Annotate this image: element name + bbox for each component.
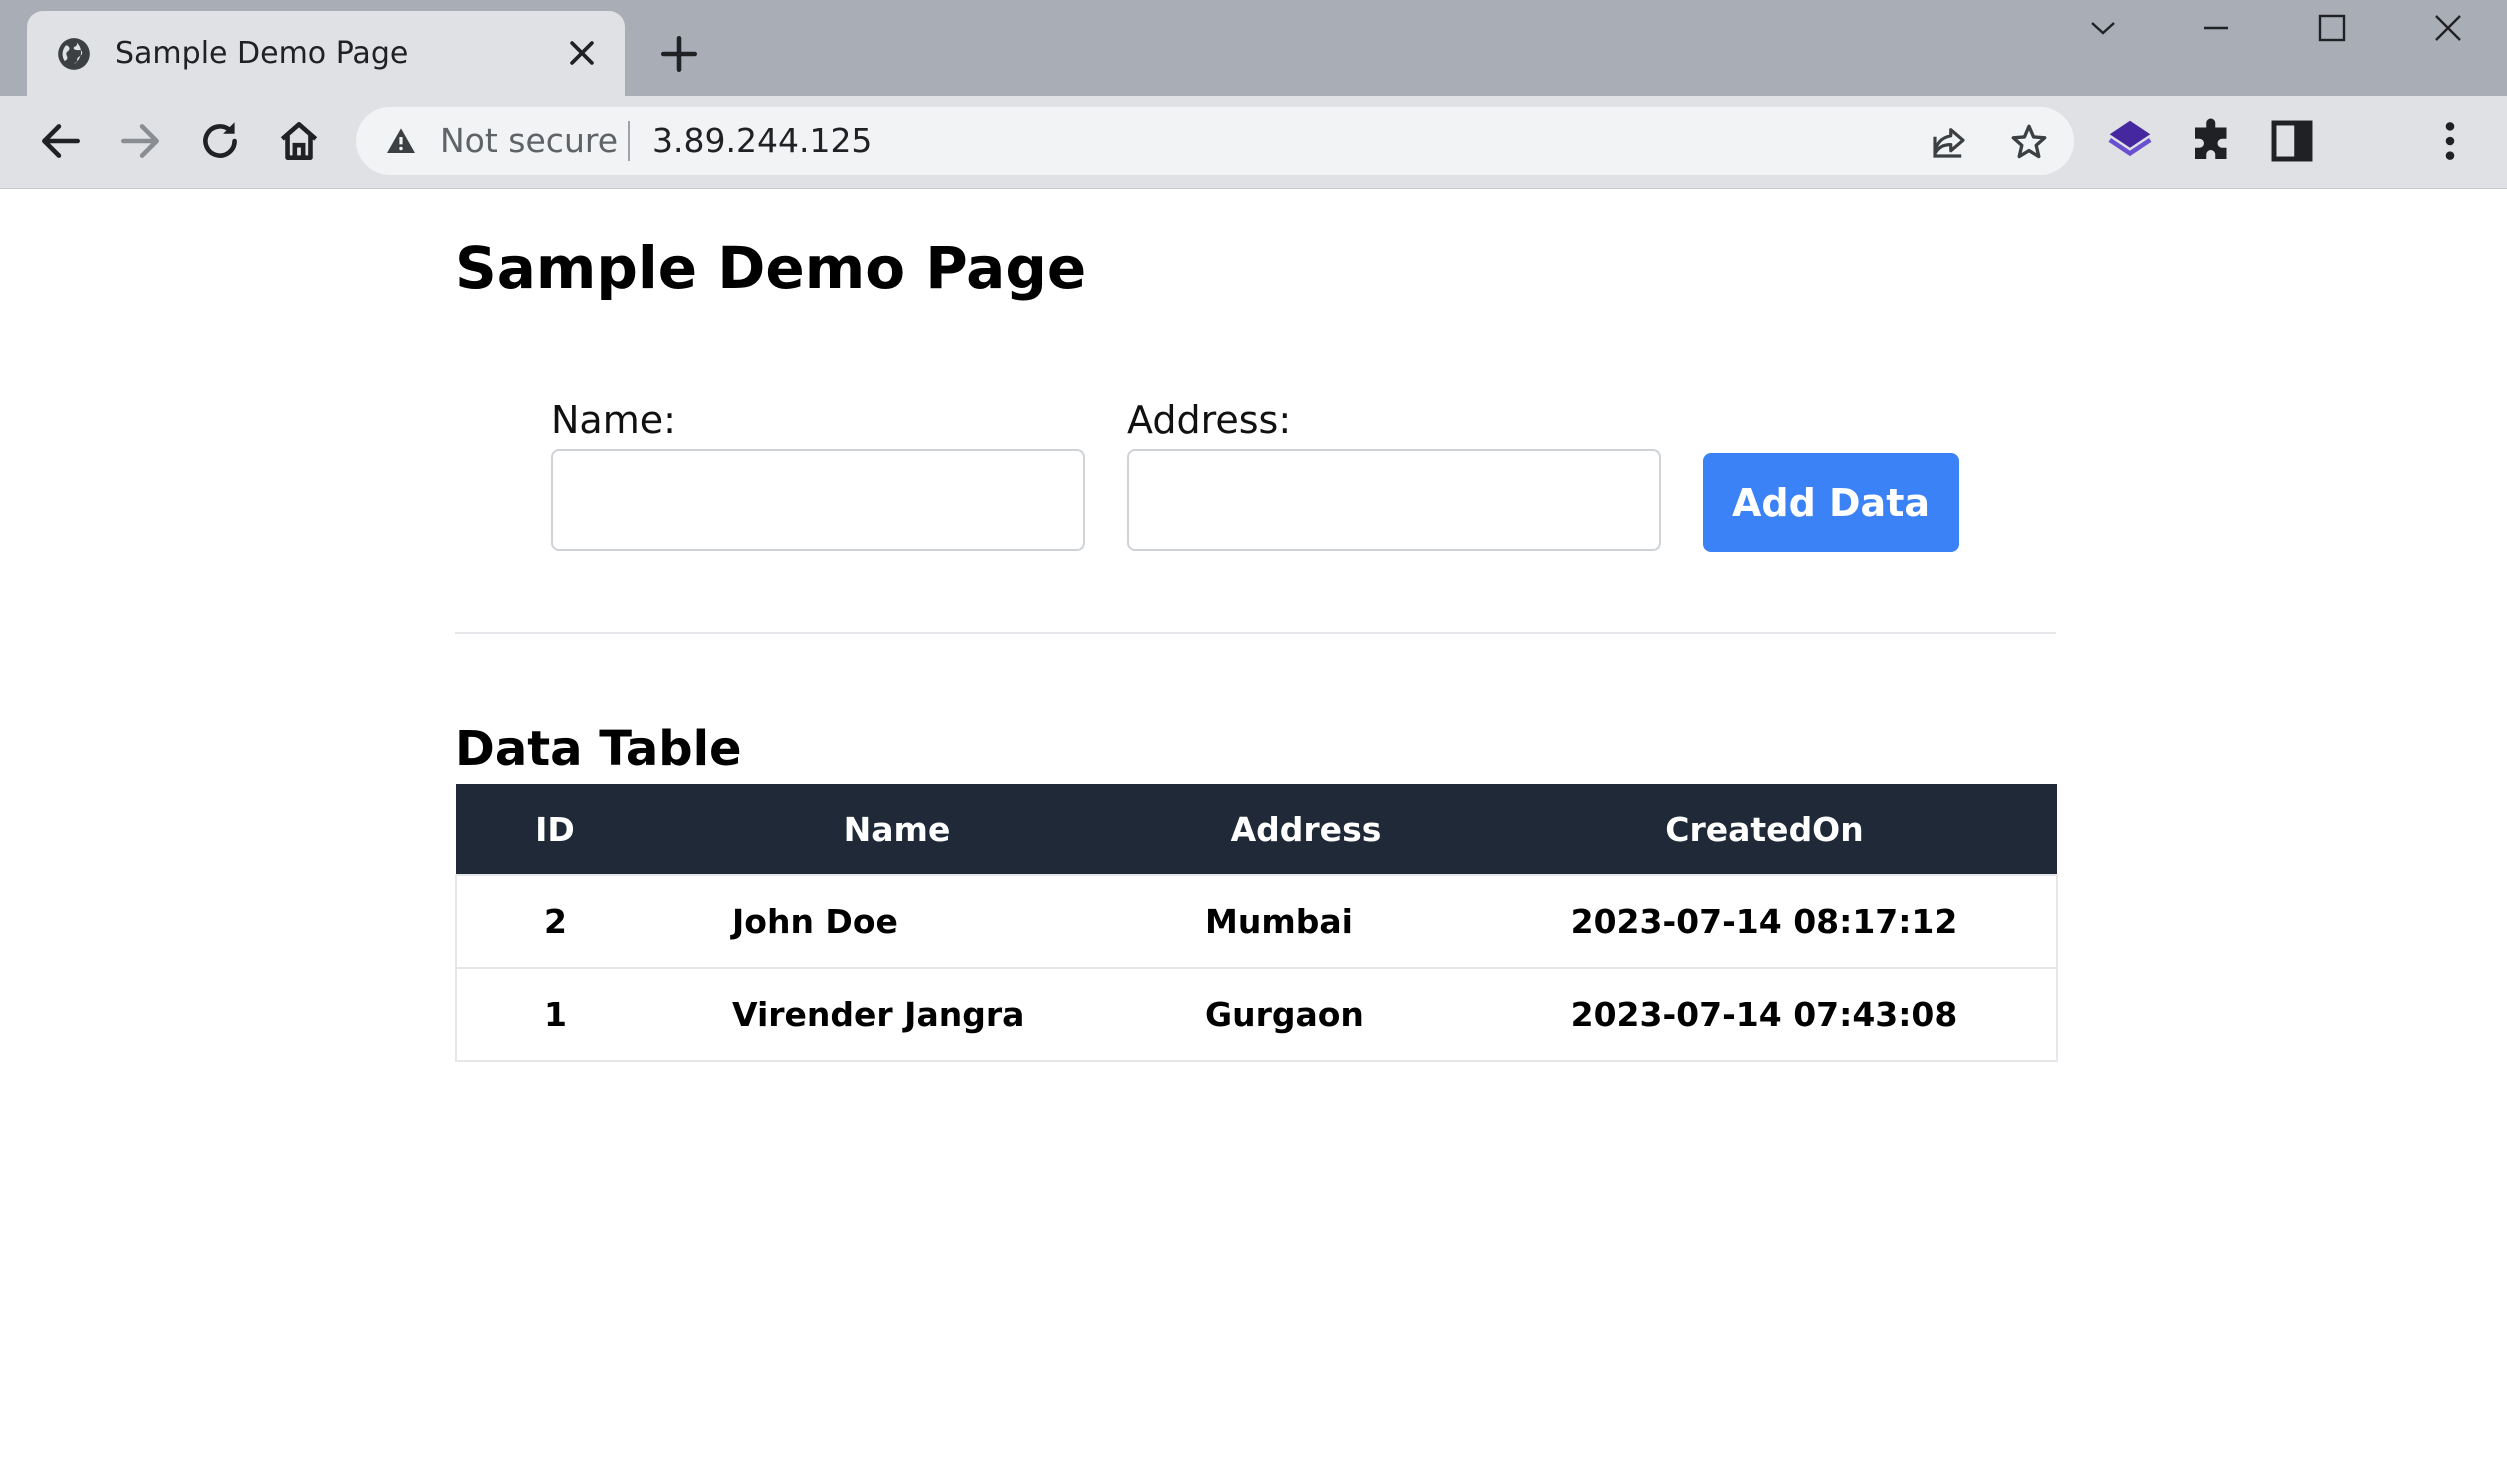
security-status[interactable]: Not secure xyxy=(440,119,618,163)
extension-icon[interactable] xyxy=(2103,114,2157,168)
browser-tab[interactable]: Sample Demo Page xyxy=(27,11,625,96)
address-input[interactable] xyxy=(1127,449,1661,551)
cell-id: 1 xyxy=(455,967,654,1062)
table-header-row: ID Name Address CreatedOn xyxy=(456,784,2057,875)
page-title: Sample Demo Page xyxy=(455,234,1087,302)
plus-icon[interactable] xyxy=(658,33,700,75)
page-content: Sample Demo Page Name: Address: Add Data… xyxy=(0,189,2507,1483)
section-divider xyxy=(455,632,2056,634)
address-label: Address: xyxy=(1127,398,1292,442)
maximize-icon[interactable] xyxy=(2302,6,2362,50)
data-table: ID Name Address CreatedOn 2 John Doe Mum… xyxy=(455,784,2058,1062)
cell-name: Virender Jangra xyxy=(654,967,1140,1062)
more-menu-icon[interactable] xyxy=(2423,114,2477,168)
cell-name: John Doe xyxy=(654,874,1140,968)
column-header-name: Name xyxy=(654,784,1140,875)
address-bar[interactable]: Not secure 3.89.244.125 xyxy=(356,107,2074,175)
cell-address: Mumbai xyxy=(1140,874,1472,968)
forward-arrow-icon[interactable] xyxy=(115,116,165,166)
table-row: 2 John Doe Mumbai 2023-07-14 08:17:12 xyxy=(455,874,2058,968)
column-header-address: Address xyxy=(1140,784,1472,875)
add-data-button[interactable]: Add Data xyxy=(1703,453,1959,552)
name-label: Name: xyxy=(551,398,676,442)
cell-address: Gurgaon xyxy=(1140,967,1472,1062)
globe-icon xyxy=(58,38,90,70)
tab-title: Sample Demo Page xyxy=(115,36,409,71)
tab-strip: Sample Demo Page xyxy=(0,0,2507,96)
share-icon[interactable] xyxy=(1928,121,1970,163)
table-row: 1 Virender Jangra Gurgaon 2023-07-14 07:… xyxy=(455,967,2058,1062)
minimize-icon[interactable] xyxy=(2186,6,2246,50)
close-tab-icon[interactable] xyxy=(565,36,599,70)
close-icon[interactable] xyxy=(2418,6,2478,50)
puzzle-icon[interactable] xyxy=(2186,114,2240,168)
omnibox-separator xyxy=(628,121,630,161)
cell-created-on: 2023-07-14 08:17:12 xyxy=(1472,874,2058,968)
cell-created-on: 2023-07-14 07:43:08 xyxy=(1472,967,2058,1062)
table-title: Data Table xyxy=(455,721,742,777)
home-icon[interactable] xyxy=(274,116,324,166)
chevron-down-icon[interactable] xyxy=(2073,6,2133,50)
url-text[interactable]: 3.89.244.125 xyxy=(652,119,872,163)
name-input[interactable] xyxy=(551,449,1085,551)
browser-toolbar: Not secure 3.89.244.125 6 xyxy=(0,96,2507,267)
side-panel-icon[interactable] xyxy=(2265,114,2319,168)
bookmark-star-icon[interactable] xyxy=(2008,121,2050,163)
reload-icon[interactable] xyxy=(195,116,245,166)
warning-icon[interactable] xyxy=(384,125,418,157)
back-arrow-icon[interactable] xyxy=(36,116,86,166)
column-header-id: ID xyxy=(456,784,654,875)
column-header-created-on: CreatedOn xyxy=(1472,784,2057,875)
cell-id: 2 xyxy=(455,874,654,968)
